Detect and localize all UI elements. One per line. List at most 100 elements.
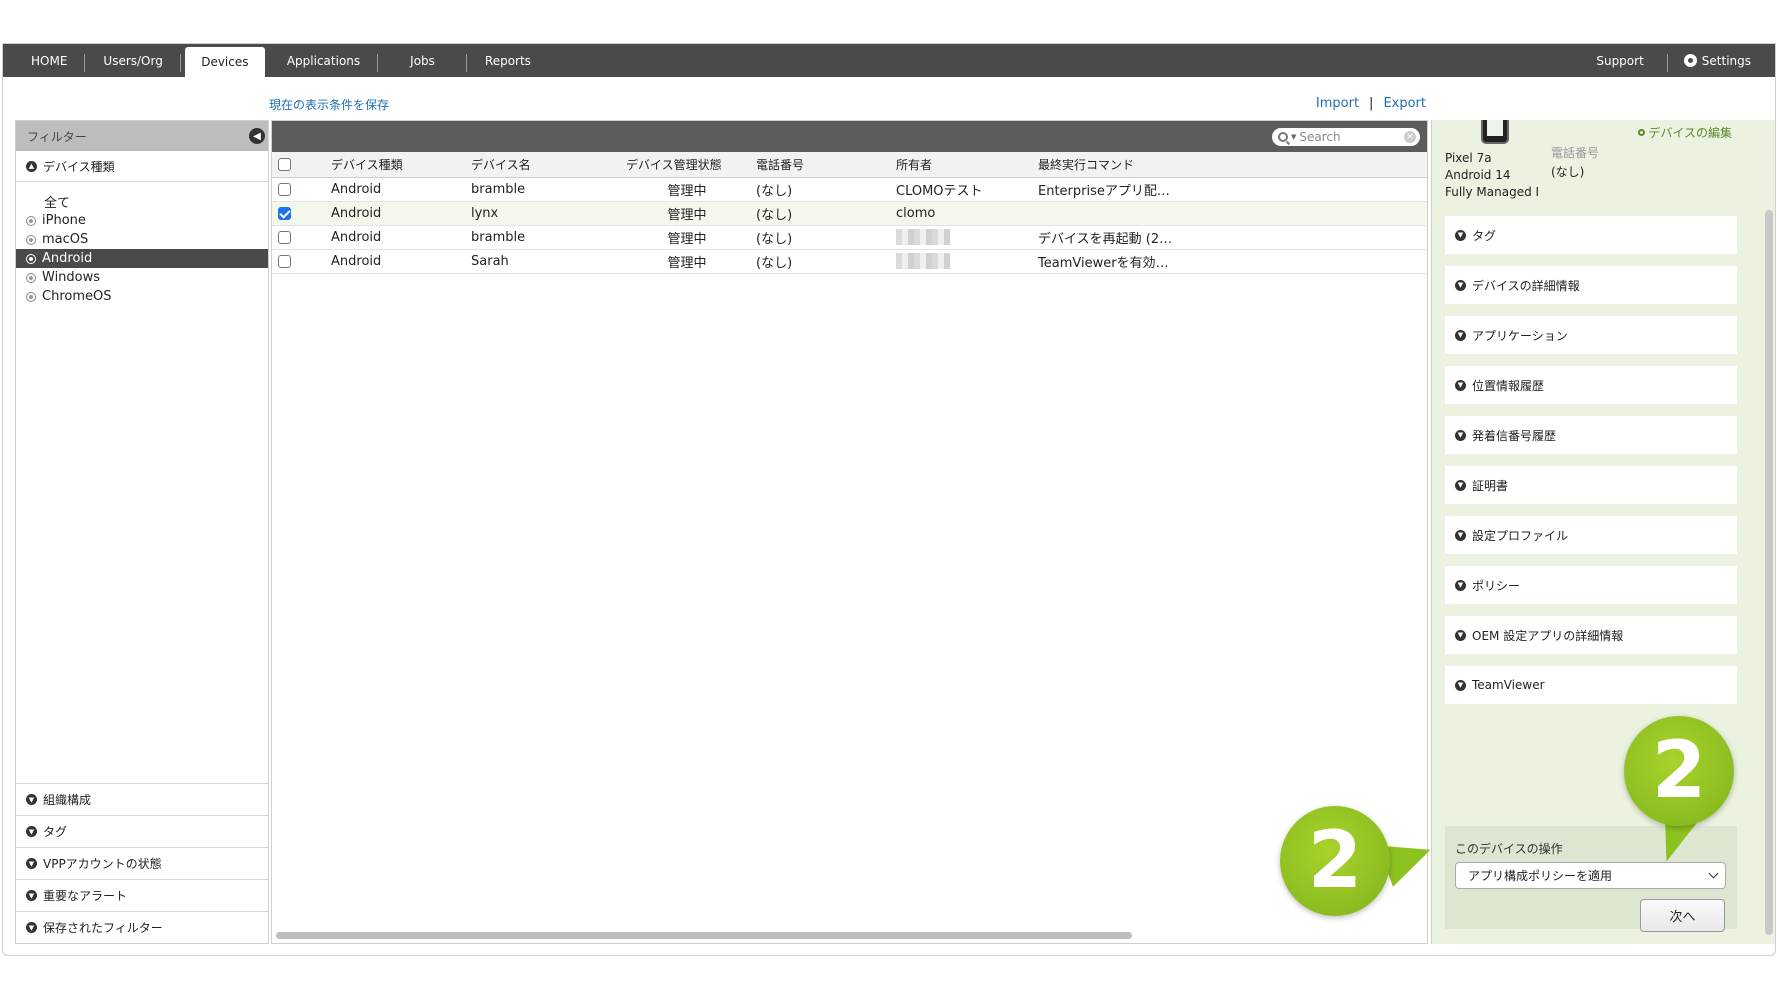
filter-header: フィルター ◀	[16, 121, 268, 151]
chevron-down-icon: ▼	[1455, 429, 1466, 441]
row-checkbox[interactable]	[278, 230, 291, 244]
next-button[interactable]: 次へ	[1640, 899, 1725, 932]
detail-section-location[interactable]: ▼ 位置情報履歴	[1445, 366, 1737, 404]
filter-option-macos[interactable]: macOS	[16, 230, 268, 249]
filter-option-windows[interactable]: Windows	[16, 268, 268, 287]
tab-reports[interactable]: Reports	[467, 44, 549, 77]
filter-section-label: 保存されたフィルター	[43, 921, 163, 935]
table-row[interactable]: Android Sarah 管理中 (なし) TeamViewerを有効化 …	[272, 249, 1427, 274]
filter-option-label: macOS	[42, 232, 89, 247]
table-row[interactable]: Android lynx 管理中 (なし) clomo	[272, 201, 1427, 226]
tab-devices[interactable]: Devices	[184, 47, 265, 77]
select-all-cell[interactable]	[272, 152, 327, 178]
cell-filler	[1174, 225, 1427, 250]
radio-icon	[26, 253, 36, 264]
cell-status: 管理中	[622, 225, 752, 250]
import-link[interactable]: Import	[1316, 96, 1359, 111]
row-select-cell[interactable]	[272, 225, 327, 250]
phone-icon	[1481, 120, 1509, 144]
col-management-status[interactable]: デバイス管理状態	[622, 152, 752, 178]
filter-option-android[interactable]: Android	[16, 249, 268, 268]
filter-section-tag[interactable]: ▼ タグ	[16, 815, 268, 847]
device-os: Android 14	[1445, 168, 1511, 182]
save-view-conditions-link[interactable]: 現在の表示条件を保存	[269, 96, 389, 113]
filter-section-alerts[interactable]: ▼ 重要なアラート	[16, 879, 268, 911]
row-checkbox[interactable]	[278, 182, 291, 196]
row-checkbox[interactable]	[278, 254, 291, 268]
cell-last-command: Enterpriseアプリ配布…	[1034, 177, 1174, 202]
table-row[interactable]: Android bramble 管理中 (なし) デバイスを再起動 (202…	[272, 225, 1427, 250]
chevron-down-icon: ▼	[26, 826, 37, 837]
operation-selected-value: アプリ構成ポリシーを適用	[1468, 869, 1613, 883]
detail-section-tag[interactable]: ▼ タグ	[1445, 216, 1737, 254]
top-nav: HOME Users/Org Devices Applications Jobs…	[3, 44, 1775, 77]
cell-status: 管理中	[622, 201, 752, 226]
filter-title: フィルター	[27, 129, 87, 144]
tab-home[interactable]: HOME	[13, 44, 86, 77]
cell-phone: (なし)	[752, 225, 892, 250]
tab-applications[interactable]: Applications	[269, 44, 379, 77]
table-row[interactable]: Android bramble 管理中 (なし) CLOMOテスト Enterp…	[272, 177, 1427, 202]
chevron-down-icon: ▼	[26, 858, 37, 869]
detail-section-label: タグ	[1472, 228, 1497, 243]
detail-section-device-info[interactable]: ▼ デバイスの詳細情報	[1445, 266, 1737, 304]
filter-panel: フィルター ◀ ▲ デバイス種類 全て iPhone macOS Android…	[15, 120, 269, 944]
filter-option-iphone[interactable]: iPhone	[16, 211, 268, 230]
col-owner[interactable]: 所有者	[892, 152, 1034, 178]
cell-status: 管理中	[622, 249, 752, 274]
tab-users-org[interactable]: Users/Org	[85, 44, 182, 77]
search-placeholder: Search	[1299, 130, 1341, 144]
export-link[interactable]: Export	[1383, 96, 1426, 111]
detail-section-certificates[interactable]: ▼ 証明書	[1445, 466, 1737, 504]
app-window: HOME Users/Org Devices Applications Jobs…	[2, 43, 1776, 956]
col-device-type[interactable]: デバイス種類	[327, 152, 467, 178]
cell-device-name: lynx	[467, 201, 622, 226]
filter-section-saved[interactable]: ▼ 保存されたフィルター	[16, 911, 268, 943]
col-device-name[interactable]: デバイス名	[467, 152, 622, 178]
settings-label: Settings	[1701, 53, 1751, 68]
detail-section-profiles[interactable]: ▼ 設定プロファイル	[1445, 516, 1737, 554]
detail-section-call-history[interactable]: ▼ 発着信番号履歴	[1445, 416, 1737, 454]
cell-phone: (なし)	[752, 177, 892, 202]
detail-section-label: デバイスの詳細情報	[1472, 278, 1580, 293]
detail-section-policy[interactable]: ▼ ポリシー	[1445, 566, 1737, 604]
chevron-down-icon	[1708, 868, 1719, 879]
detail-section-teamviewer[interactable]: ▼ TeamViewer	[1445, 666, 1737, 704]
filter-bottom-sections: ▼ 組織構成 ▼ タグ ▼ VPPアカウントの状態 ▼ 重要なアラート ▼ 保存されたフィ…	[16, 783, 268, 943]
chevron-down-icon: ▼	[1455, 329, 1466, 341]
cell-phone: (なし)	[752, 201, 892, 226]
settings-link[interactable]: Settings	[1668, 44, 1775, 77]
tab-jobs[interactable]: Jobs	[378, 44, 467, 77]
import-export-links: Import | Export	[1316, 96, 1426, 111]
filter-option-chromeos[interactable]: ChromeOS	[16, 287, 268, 306]
cell-filler	[1174, 249, 1427, 274]
detail-section-oem[interactable]: ▼ OEM 設定アプリの詳細情報	[1445, 616, 1737, 654]
edit-device-link[interactable]: デバイスの編集	[1638, 124, 1732, 141]
detail-section-label: 設定プロファイル	[1472, 528, 1569, 543]
col-phone-number[interactable]: 電話番号	[752, 152, 892, 178]
cell-device-type: Android	[327, 177, 467, 202]
clear-search-icon[interactable]: ×	[1404, 131, 1416, 143]
row-select-cell[interactable]	[272, 201, 327, 226]
filter-section-label: VPPアカウントの状態	[43, 857, 162, 871]
support-link[interactable]: Support	[1572, 44, 1669, 77]
detail-section-applications[interactable]: ▼ アプリケーション	[1445, 316, 1737, 354]
row-select-cell[interactable]	[272, 177, 327, 202]
col-last-command[interactable]: 最終実行コマンド	[1034, 152, 1174, 178]
chevron-down-icon: ▼	[26, 794, 37, 805]
row-checkbox-checked[interactable]	[278, 206, 291, 220]
step-number: 2	[1307, 816, 1363, 906]
filter-section-vpp[interactable]: ▼ VPPアカウントの状態	[16, 847, 268, 879]
filter-option-all[interactable]: 全て	[16, 192, 268, 211]
search-box[interactable]: ▼ Search ×	[1272, 128, 1420, 146]
collapse-panel-icon[interactable]: ◀	[249, 128, 265, 144]
cell-device-type: Android	[327, 225, 467, 250]
vertical-scrollbar[interactable]	[1765, 210, 1773, 935]
device-type-section[interactable]: ▲ デバイス種類	[16, 151, 268, 182]
row-select-cell[interactable]	[272, 249, 327, 274]
cell-filler	[1174, 177, 1427, 202]
detail-section-label: アプリケーション	[1472, 328, 1568, 343]
horizontal-scrollbar[interactable]	[276, 932, 1132, 939]
filter-section-org[interactable]: ▼ 組織構成	[16, 783, 268, 815]
select-all-checkbox[interactable]	[278, 158, 291, 172]
